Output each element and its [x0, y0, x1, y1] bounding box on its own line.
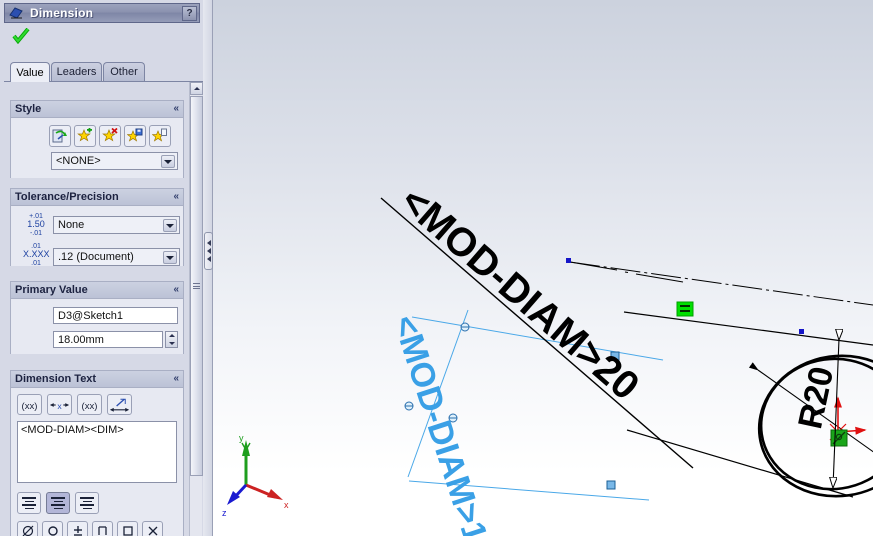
save-style-button[interactable]: [124, 125, 146, 147]
panel-title: Dimension: [30, 6, 94, 20]
sketch-origin-marker: [830, 429, 848, 447]
panel-splitter-collapse-handle[interactable]: [204, 232, 213, 270]
profile-outline: [623, 311, 873, 498]
align-center-button[interactable]: [46, 492, 70, 514]
text-center-button[interactable]: x: [47, 394, 72, 415]
scroll-thumb-grip-icon: [193, 282, 200, 291]
blue-dimension-text: <MOD-DIAM>18: [385, 311, 500, 536]
align-right-button[interactable]: [75, 492, 99, 514]
radius-dimension-text: R20: [791, 363, 841, 432]
equal-relation-badge: [676, 301, 694, 317]
degree-symbol-button[interactable]: [42, 521, 63, 536]
dimension-text-placement-row: (xx) x (xx): [17, 394, 132, 415]
precision-select-value: .12 (Document): [58, 251, 134, 263]
panel-vertical-scrollbar[interactable]: [189, 82, 203, 536]
group-style-header[interactable]: Style «: [11, 101, 183, 118]
text-before-button[interactable]: (xx): [17, 394, 42, 415]
group-dimension-text-title: Dimension Text: [15, 373, 97, 385]
primary-value-input[interactable]: 18.00mm: [53, 331, 163, 348]
triad-y-label: y: [239, 433, 244, 443]
tolerance-icon-mid: 1.50: [27, 219, 45, 230]
triad-z-label: z: [222, 508, 227, 518]
style-button-row: [49, 125, 171, 147]
panel-title-bar: Dimension ?: [4, 3, 200, 23]
plus-minus-symbol-button[interactable]: [67, 521, 88, 536]
align-left-button[interactable]: [17, 492, 41, 514]
group-tolerance-header[interactable]: Tolerance/Precision «: [11, 189, 183, 206]
text-after-button[interactable]: (xx): [77, 394, 102, 415]
tab-other[interactable]: Other: [103, 62, 145, 81]
sketch-points: [566, 258, 804, 334]
centerline-top-right: [569, 261, 873, 306]
scroll-thumb[interactable]: [190, 96, 203, 476]
chevron-down-icon[interactable]: [163, 251, 177, 264]
precision-icon-mid: X.XXX: [23, 249, 50, 260]
diameter-symbol-button[interactable]: [17, 521, 38, 536]
group-tolerance-title: Tolerance/Precision: [15, 191, 119, 203]
primary-value-stepper[interactable]: [165, 331, 178, 348]
chevron-up-icon[interactable]: «: [173, 192, 179, 202]
green-check-icon[interactable]: [12, 27, 30, 45]
tolerance-select-value: None: [58, 219, 85, 231]
group-tolerance-precision: Tolerance/Precision « +.01 1.50 -.01 Non…: [10, 188, 184, 267]
text-alignment-row: [17, 492, 99, 514]
text-below-button[interactable]: [107, 394, 132, 415]
delete-style-button[interactable]: [99, 125, 121, 147]
group-primary-value-title: Primary Value: [15, 284, 88, 296]
group-primary-value: Primary Value « D3@Sketch1 18.00mm: [10, 281, 184, 354]
counterbore-symbol-button[interactable]: [92, 521, 113, 536]
load-style-button[interactable]: [149, 125, 171, 147]
panel-action-row: [4, 26, 200, 48]
group-dimension-text-header[interactable]: Dimension Text «: [11, 371, 183, 388]
chevron-down-icon[interactable]: [161, 155, 175, 168]
more-symbols-button[interactable]: [142, 521, 163, 536]
svg-text:(xx): (xx): [22, 400, 38, 411]
chevron-up-icon[interactable]: «: [173, 104, 179, 114]
symbol-button-row: [17, 521, 163, 536]
panel-tab-strip: Value Leaders Other: [4, 62, 204, 82]
chevron-up-icon[interactable]: «: [173, 374, 179, 384]
group-dimension-text: Dimension Text « (xx) x (xx) <MOD-DIAM><…: [10, 370, 184, 536]
panel-scroll-area: Style « <NONE> Tolerance/Precision « +.0…: [4, 82, 204, 536]
apply-default-attributes-button[interactable]: [49, 125, 71, 147]
chevron-down-icon[interactable]: [163, 219, 177, 232]
chevron-up-icon[interactable]: «: [173, 285, 179, 295]
dimension-text-input[interactable]: <MOD-DIAM><DIM>: [17, 421, 177, 483]
group-primary-value-header[interactable]: Primary Value «: [11, 282, 183, 299]
dimension-icon: [9, 6, 24, 20]
precision-icon-bot: .01: [31, 259, 41, 267]
scroll-up-arrow-icon[interactable]: [190, 82, 203, 95]
group-style-title: Style: [15, 103, 42, 115]
tab-leaders[interactable]: Leaders: [51, 62, 102, 81]
svg-text:x: x: [57, 400, 62, 410]
cad-viewport[interactable]: R20 <MOD-DIAM>20 <MOD-DIAM>18 x y z: [213, 0, 873, 536]
property-manager-panel: Dimension ? Value Leaders Other Style « …: [0, 0, 207, 536]
square-symbol-button[interactable]: [117, 521, 138, 536]
tolerance-type-icon: +.01 1.50 -.01: [23, 213, 49, 237]
help-button[interactable]: ?: [182, 6, 197, 21]
panel-splitter[interactable]: [203, 0, 213, 536]
precision-select[interactable]: .12 (Document): [53, 248, 180, 266]
triad-x-label: x: [284, 500, 289, 510]
style-select-value: <NONE>: [56, 155, 101, 167]
coordinate-triad: x y z: [222, 433, 289, 518]
svg-text:(xx): (xx): [82, 400, 98, 411]
precision-type-icon: .01 X.XXX .01: [23, 243, 50, 267]
group-style: Style « <NONE>: [10, 100, 184, 178]
tolerance-select[interactable]: None: [53, 216, 180, 234]
style-select[interactable]: <NONE>: [51, 152, 178, 170]
tolerance-icon-bot: -.01: [29, 229, 43, 237]
tab-value[interactable]: Value: [10, 62, 50, 82]
add-style-button[interactable]: [74, 125, 96, 147]
dimension-name-input[interactable]: D3@Sketch1: [53, 307, 178, 324]
